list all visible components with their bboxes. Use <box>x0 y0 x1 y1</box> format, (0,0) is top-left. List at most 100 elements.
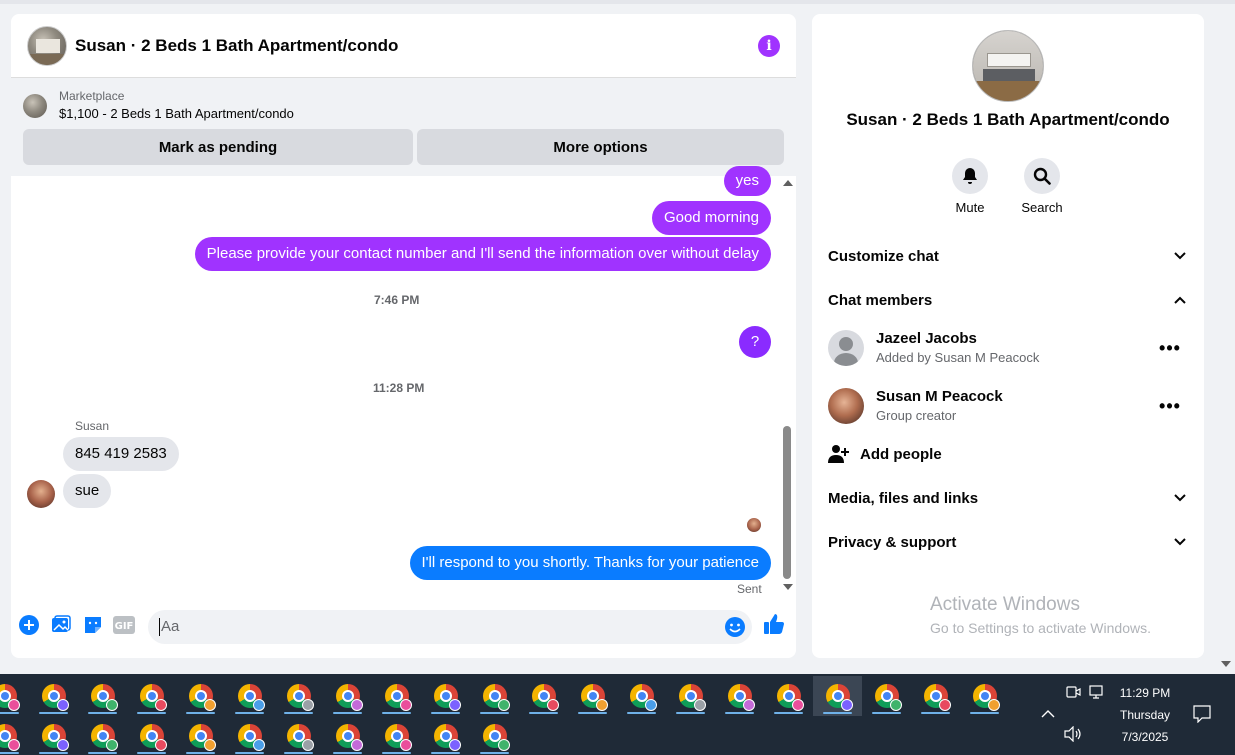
message-input[interactable]: Aa <box>148 610 752 644</box>
taskbar-browser-button[interactable] <box>470 676 519 716</box>
message-in[interactable]: sue <box>63 474 112 508</box>
scroll-thumb[interactable] <box>783 426 791 579</box>
chat-title[interactable]: Susan · 2 Beds 1 Bath Apartment/condo <box>75 36 398 56</box>
taskbar-browser-button[interactable] <box>225 716 274 755</box>
running-indicator <box>431 752 460 754</box>
taskbar-browser-button[interactable] <box>666 676 715 716</box>
add-person-icon <box>828 443 850 465</box>
message-out[interactable]: yes <box>723 166 771 196</box>
media-section[interactable]: Media, files and links <box>828 486 1188 510</box>
taskbar-browser-button[interactable] <box>715 676 764 716</box>
privacy-section[interactable]: Privacy & support <box>828 530 1188 554</box>
profile-badge-icon <box>841 699 853 711</box>
marketplace-listing[interactable]: Marketplace $1,100 - 2 Beds 1 Bath Apart… <box>23 88 784 124</box>
add-people-button[interactable]: Add people <box>828 442 942 466</box>
group-name: Susan · 2 Beds 1 Bath Apartment/condo <box>846 110 1170 129</box>
taskbar-browser-button[interactable] <box>127 716 176 755</box>
taskbar-browser-button[interactable] <box>421 716 470 755</box>
taskbar-browser-button[interactable] <box>764 676 813 716</box>
plus-icon[interactable] <box>18 614 40 636</box>
message-out[interactable]: Please provide your contact number and I… <box>194 237 771 271</box>
network-icon[interactable] <box>1089 684 1105 705</box>
profile-badge-icon <box>253 739 265 751</box>
message-out[interactable]: Good morning <box>651 201 771 235</box>
running-indicator <box>921 712 950 714</box>
taskbar-browser-button[interactable] <box>0 676 29 716</box>
taskbar-browser-button[interactable] <box>372 716 421 755</box>
member-role: Added by Susan M Peacock <box>876 350 1040 365</box>
meet-now-icon[interactable] <box>1065 684 1081 705</box>
emoji-icon[interactable] <box>724 616 746 643</box>
taskbar-browser-button[interactable] <box>813 676 862 716</box>
taskbar-browser-button[interactable] <box>274 676 323 716</box>
scroll-down-icon[interactable] <box>783 584 793 590</box>
taskbar: 11:29 PM Thursday 7/3/2025 <box>0 674 1235 755</box>
running-indicator <box>235 752 264 754</box>
member-row[interactable]: Susan M Peacock Group creator ••• <box>828 386 1188 426</box>
taskbar-browser-button[interactable] <box>470 716 519 755</box>
scroll-up-icon[interactable] <box>783 180 793 186</box>
chat-members-section[interactable]: Chat members <box>828 288 1188 312</box>
member-row[interactable]: Jazeel Jacobs Added by Susan M Peacock •… <box>828 328 1188 368</box>
sender-avatar[interactable] <box>27 480 55 508</box>
taskbar-browser-button[interactable] <box>176 716 225 755</box>
more-icon[interactable]: ••• <box>1159 396 1180 416</box>
running-indicator <box>823 712 852 714</box>
taskbar-browser-button[interactable] <box>421 676 470 716</box>
mute-button[interactable]: Mute <box>940 158 1000 215</box>
taskbar-browser-button[interactable] <box>274 716 323 755</box>
chevron-down-icon <box>1172 490 1188 506</box>
profile-badge-icon <box>645 699 657 711</box>
taskbar-browser-button[interactable] <box>78 676 127 716</box>
taskbar-browser-button[interactable] <box>617 676 666 716</box>
listing-title: $1,100 - 2 Beds 1 Bath Apartment/condo <box>59 106 294 121</box>
chat-avatar[interactable] <box>27 25 67 66</box>
taskbar-browser-button[interactable] <box>519 676 568 716</box>
taskbar-browser-button[interactable] <box>960 676 1009 716</box>
info-icon[interactable]: i <box>758 34 780 57</box>
group-avatar[interactable] <box>972 30 1044 102</box>
taskbar-browser-button[interactable] <box>29 716 78 755</box>
taskbar-browser-button[interactable] <box>911 676 960 716</box>
system-clock[interactable]: 11:29 PM Thursday 7/3/2025 <box>1110 682 1180 748</box>
page-scroll-down-icon[interactable] <box>1221 661 1231 667</box>
volume-icon[interactable] <box>1064 725 1082 747</box>
photo-icon[interactable] <box>50 614 72 636</box>
taskbar-browser-button[interactable] <box>127 676 176 716</box>
running-indicator <box>235 712 264 714</box>
taskbar-browser-button[interactable] <box>0 716 29 755</box>
profile-badge-icon <box>8 699 20 711</box>
taskbar-browser-button[interactable] <box>29 676 78 716</box>
message-scrollbar[interactable] <box>781 176 793 596</box>
profile-badge-icon <box>351 739 363 751</box>
taskbar-browser-button[interactable] <box>862 676 911 716</box>
running-indicator <box>725 712 754 714</box>
search-button[interactable]: Search <box>1012 158 1072 215</box>
customize-chat-section[interactable]: Customize chat <box>828 244 1188 268</box>
taskbar-browser-button[interactable] <box>323 716 372 755</box>
taskbar-browser-button[interactable] <box>176 676 225 716</box>
message-out[interactable]: ? <box>739 326 771 358</box>
taskbar-browser-button[interactable] <box>225 676 274 716</box>
running-indicator <box>137 752 166 754</box>
taskbar-browser-button[interactable] <box>323 676 372 716</box>
sticker-icon[interactable] <box>82 614 104 636</box>
thumbs-up-icon[interactable] <box>762 612 786 636</box>
taskbar-browser-button[interactable] <box>372 676 421 716</box>
mark-pending-button[interactable]: Mark as pending <box>23 129 413 165</box>
more-options-button[interactable]: More options <box>417 129 784 165</box>
profile-badge-icon <box>792 699 804 711</box>
mute-label: Mute <box>955 200 985 215</box>
more-icon[interactable]: ••• <box>1159 338 1180 358</box>
message-in[interactable]: 845 419 2583 <box>63 437 179 471</box>
gif-icon[interactable]: GIF <box>113 614 135 636</box>
profile-badge-icon <box>694 699 706 711</box>
taskbar-browser-button[interactable] <box>78 716 127 755</box>
running-indicator <box>39 712 68 714</box>
taskbar-browser-button[interactable] <box>568 676 617 716</box>
running-indicator <box>39 752 68 754</box>
running-indicator <box>382 752 411 754</box>
notification-icon[interactable] <box>1193 705 1211 728</box>
chevron-up-icon[interactable] <box>1041 706 1055 724</box>
message-out[interactable]: I'll respond to you shortly. Thanks for … <box>409 546 771 580</box>
